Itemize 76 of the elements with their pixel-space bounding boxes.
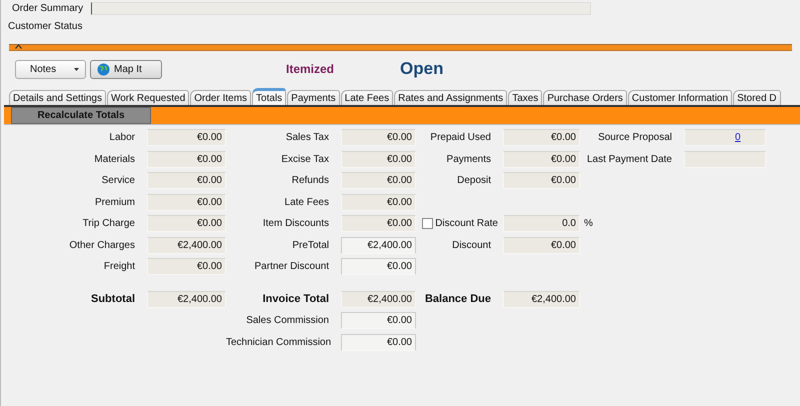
total-value: €2,400.00: [503, 290, 580, 308]
tab[interactable]: Taxes: [508, 90, 542, 105]
amount-field[interactable]: €0.00: [341, 312, 416, 329]
amount-field: €0.00: [341, 215, 416, 232]
tab[interactable]: Customer Information: [628, 90, 732, 105]
field-label: PreTotal: [291, 240, 330, 251]
tab[interactable]: Rates and Assignments: [394, 90, 508, 105]
caret-up-icon: [15, 44, 22, 49]
field-label: Late Fees: [284, 196, 330, 208]
tab[interactable]: Work Requested: [106, 90, 190, 105]
amount-field[interactable]: €2,400.00: [341, 236, 416, 254]
total-label: Balance Due: [424, 293, 492, 305]
amount-field: €0.00: [503, 150, 580, 168]
globe-icon: [97, 62, 110, 76]
field-label: Service: [100, 175, 136, 186]
field-label: Discount Rate: [435, 218, 498, 230]
field-label: Refunds: [290, 175, 330, 186]
field-label: Sales Commission: [245, 315, 330, 326]
amount-field: €0.00: [503, 172, 580, 190]
field-label: Other Charges: [68, 240, 136, 251]
amount-field: €0.00: [341, 150, 416, 168]
field-label: Sales Tax: [284, 132, 330, 144]
amount-field: €2,400.00: [147, 236, 226, 254]
notes-button[interactable]: Notes: [15, 60, 86, 78]
field-label: Source Proposal: [597, 132, 673, 144]
amount-field: €0.00: [503, 129, 580, 146]
amount-field: €0.00: [147, 194, 226, 211]
field-label: Prepaid Used: [429, 132, 492, 144]
field-label: Excise Tax: [280, 154, 330, 165]
field-label: Labor: [108, 132, 136, 144]
order-summary-field[interactable]: [91, 2, 592, 14]
proposal-link[interactable]: 0: [735, 132, 741, 144]
total-label: Invoice Total: [262, 293, 330, 305]
field-label: Premium: [94, 196, 136, 208]
tab[interactable]: Stored D: [733, 90, 781, 105]
tab[interactable]: Late Fees: [340, 90, 394, 105]
amount-field: €0.00: [147, 129, 226, 146]
amount-field: €0.00: [503, 236, 580, 254]
discount-rate-field[interactable]: 0.0: [503, 215, 580, 232]
amount-field: €0.00: [147, 150, 226, 168]
unit-label: %: [584, 218, 593, 230]
field-label: Customer Status: [8, 20, 82, 32]
amount-field[interactable]: €0.00: [341, 334, 416, 350]
field-label: Payments: [446, 154, 492, 165]
amount-field: €0.00: [147, 172, 226, 190]
amount-field: €0.00: [341, 129, 416, 146]
field-label: Materials: [93, 154, 136, 165]
dropdown-arrow-icon: [74, 68, 79, 70]
amount-field: €0.00: [147, 258, 226, 276]
total-value: €2,400.00: [147, 290, 226, 308]
amount-field[interactable]: €0.00: [341, 258, 416, 276]
field-label: Discount: [451, 240, 492, 251]
total-label: Subtotal: [90, 293, 136, 305]
collapse-bar[interactable]: [9, 44, 792, 51]
field-label: Freight: [102, 261, 136, 272]
billing-mode-label: Itemized: [286, 62, 334, 76]
field-label: Trip Charge: [82, 218, 136, 230]
recalculate-totals-button[interactable]: Recalculate Totals: [11, 107, 151, 124]
amount-field: €0.00: [147, 215, 226, 232]
total-value: €2,400.00: [341, 290, 416, 308]
field-label: Deposit: [456, 175, 492, 186]
field-label: Item Discounts: [262, 218, 330, 230]
tab[interactable]: Purchase Orders: [543, 90, 627, 105]
field-label: Technician Commission: [226, 336, 332, 348]
tab[interactable]: Details and Settings: [9, 90, 106, 105]
amount-field: €0.00: [341, 172, 416, 190]
map-it-button[interactable]: Map It: [90, 60, 162, 78]
tab[interactable]: Payments: [287, 90, 340, 105]
amount-field: €0.00: [341, 194, 416, 211]
field-label: Order Summary: [12, 2, 84, 14]
field-label: Partner Discount: [254, 261, 330, 272]
checkbox[interactable]: [422, 218, 434, 230]
tab[interactable]: Order Items: [190, 90, 252, 105]
order-status: Open: [400, 59, 444, 79]
field-label: Last Payment Date: [586, 154, 673, 165]
tab[interactable]: Totals: [252, 88, 286, 105]
